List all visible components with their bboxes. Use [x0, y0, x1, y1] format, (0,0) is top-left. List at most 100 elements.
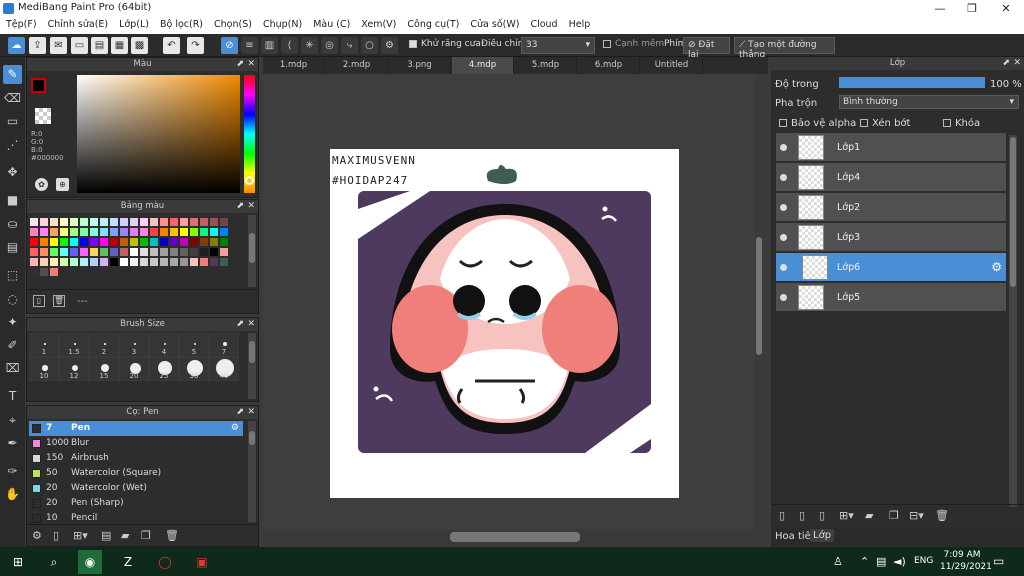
popout-icon[interactable]: ⬈ — [1002, 57, 1010, 70]
palette-swatch[interactable] — [129, 247, 139, 257]
new-layer-icon[interactable]: ▯ — [779, 509, 785, 522]
vanish-snap-icon[interactable]: ⟨ — [281, 37, 298, 54]
redo-icon[interactable]: ↷ — [187, 37, 204, 54]
brush-size-cell[interactable]: 3 — [119, 333, 149, 357]
palette-swatch[interactable] — [39, 257, 49, 267]
close-icon[interactable]: ✕ — [247, 58, 255, 71]
palette-swatch[interactable] — [139, 257, 149, 267]
brush-list-item[interactable]: 20 Pen (Sharp) — [29, 496, 243, 511]
brush-size-cell[interactable]: 25 — [149, 357, 179, 381]
palette-swatch[interactable] — [159, 217, 169, 227]
palette-swatch[interactable] — [199, 237, 209, 247]
palette-swatch[interactable] — [189, 227, 199, 237]
palette-swatch[interactable] — [139, 217, 149, 227]
palette-swatch[interactable] — [79, 227, 89, 237]
layer-row[interactable]: Lớp2 — [776, 193, 1006, 222]
menu-file[interactable]: Tệp(F) — [0, 17, 42, 30]
menu-help[interactable]: Help — [563, 17, 596, 30]
volume-icon[interactable]: ◄) — [893, 555, 906, 568]
popout-icon[interactable]: ⬈ — [236, 406, 244, 419]
foreground-color-swatch[interactable] — [31, 78, 46, 93]
palette-swatch[interactable] — [119, 247, 129, 257]
hand-tool-icon[interactable]: ✋ — [3, 485, 22, 504]
menu-capture[interactable]: Chụp(N) — [257, 17, 307, 30]
trash-icon[interactable]: 🗑 — [165, 529, 179, 542]
palette-swatch[interactable] — [149, 247, 159, 257]
network-icon[interactable]: ▤ — [876, 555, 886, 568]
share-icon[interactable]: ⇪ — [29, 37, 46, 54]
brush-size-cell[interactable]: 1 — [29, 333, 59, 357]
new-layer-8bit-icon[interactable]: ▯ — [799, 509, 805, 522]
tab-5[interactable]: 5.mdp — [515, 57, 577, 74]
trash-icon[interactable]: 🗑 — [53, 295, 65, 307]
parallel-snap-icon[interactable]: ≡ — [241, 37, 258, 54]
palette-swatch[interactable] — [79, 217, 89, 227]
eye-icon[interactable] — [780, 294, 787, 301]
palette-swatch[interactable] — [209, 247, 219, 257]
brush-size-cell[interactable]: 40 — [209, 357, 239, 381]
palette-swatch[interactable] — [39, 217, 49, 227]
palette-swatch[interactable] — [169, 227, 179, 237]
popout-icon[interactable]: ⬈ — [236, 58, 244, 71]
brush-size-scrollbar[interactable] — [248, 333, 256, 399]
palette-swatch[interactable] — [189, 247, 199, 257]
eye-icon[interactable] — [780, 144, 787, 151]
blend-select[interactable]: Bình thường ▾ — [839, 95, 1019, 109]
transparent-swatch[interactable] — [35, 108, 51, 124]
palette-swatch[interactable] — [69, 217, 79, 227]
palette-swatch[interactable] — [199, 257, 209, 267]
reset-button[interactable]: ⊘ Đặt lại — [683, 37, 730, 60]
cloud-icon[interactable]: ☁ — [8, 37, 25, 54]
layer-row[interactable]: Lớp4 — [776, 163, 1006, 192]
palette-swatch[interactable] — [139, 237, 149, 247]
opacity-slider[interactable] — [839, 77, 985, 88]
palette-swatch[interactable] — [69, 227, 79, 237]
menu-filter[interactable]: Bộ lọc(R) — [154, 17, 208, 30]
palette-swatch[interactable] — [199, 227, 209, 237]
circle-snap-icon[interactable]: ◎ — [321, 37, 338, 54]
straight-line-button[interactable]: ⟋ Tạo một đường thẳng — [734, 37, 835, 60]
palette-swatch[interactable] — [109, 237, 119, 247]
palette-swatch[interactable] — [139, 247, 149, 257]
palette-swatch[interactable] — [159, 247, 169, 257]
palette-swatch[interactable] — [99, 217, 109, 227]
palette-icon[interactable]: ✿ — [35, 178, 48, 191]
pen-scrollbar[interactable] — [248, 421, 256, 522]
palette-swatch[interactable] — [49, 257, 59, 267]
palette-swatch[interactable] — [219, 227, 229, 237]
text-tool-icon[interactable]: T — [3, 387, 22, 406]
brush-size-grid[interactable]: 1 1.5 2 3 4 5 7 10 12 15 20 25 30 40 — [29, 333, 239, 381]
settings-doc-icon[interactable]: ▦ — [111, 37, 128, 54]
palette-swatch[interactable] — [179, 217, 189, 227]
select-pen-icon[interactable]: ✐ — [3, 336, 22, 355]
layer-row[interactable]: Lớp5 — [776, 283, 1006, 312]
select-rect-icon[interactable]: ⬚ — [3, 266, 22, 285]
zalo-icon[interactable]: Z — [116, 550, 140, 574]
palette-swatch[interactable] — [189, 257, 199, 267]
duplicate-icon[interactable]: ❐ — [889, 509, 899, 522]
layer-row[interactable]: Lớp6 ⚙ — [776, 253, 1006, 282]
undo-icon[interactable]: ↶ — [163, 37, 180, 54]
palette-swatch[interactable] — [29, 237, 39, 247]
palette-swatch[interactable] — [169, 247, 179, 257]
palette-swatch[interactable] — [89, 227, 99, 237]
eye-icon[interactable] — [780, 174, 787, 181]
layer-row[interactable]: Lớp3 — [776, 223, 1006, 252]
palette-swatch[interactable] — [219, 247, 229, 257]
correction-select[interactable]: 33 ▾ — [521, 37, 595, 54]
ellipse-snap-icon[interactable]: ○ — [361, 37, 378, 54]
palette-swatches[interactable] — [29, 217, 229, 277]
palette-swatch[interactable] — [99, 257, 109, 267]
tab-6[interactable]: 6.mdp — [578, 57, 640, 74]
grid-icon[interactable]: ▩ — [131, 37, 148, 54]
palette-swatch[interactable] — [209, 237, 219, 247]
palette-swatch[interactable] — [119, 237, 129, 247]
palette-swatch[interactable] — [109, 257, 119, 267]
palette-swatch[interactable] — [39, 237, 49, 247]
palette-swatch[interactable] — [119, 257, 129, 267]
new-file-icon[interactable]: ▭ — [71, 37, 88, 54]
notification-icon[interactable]: ▭ — [993, 554, 1004, 568]
palette-swatch[interactable] — [69, 257, 79, 267]
lasso-tool-icon[interactable]: ◌ — [3, 290, 22, 309]
menu-tools[interactable]: Công cụ(T) — [401, 17, 464, 30]
